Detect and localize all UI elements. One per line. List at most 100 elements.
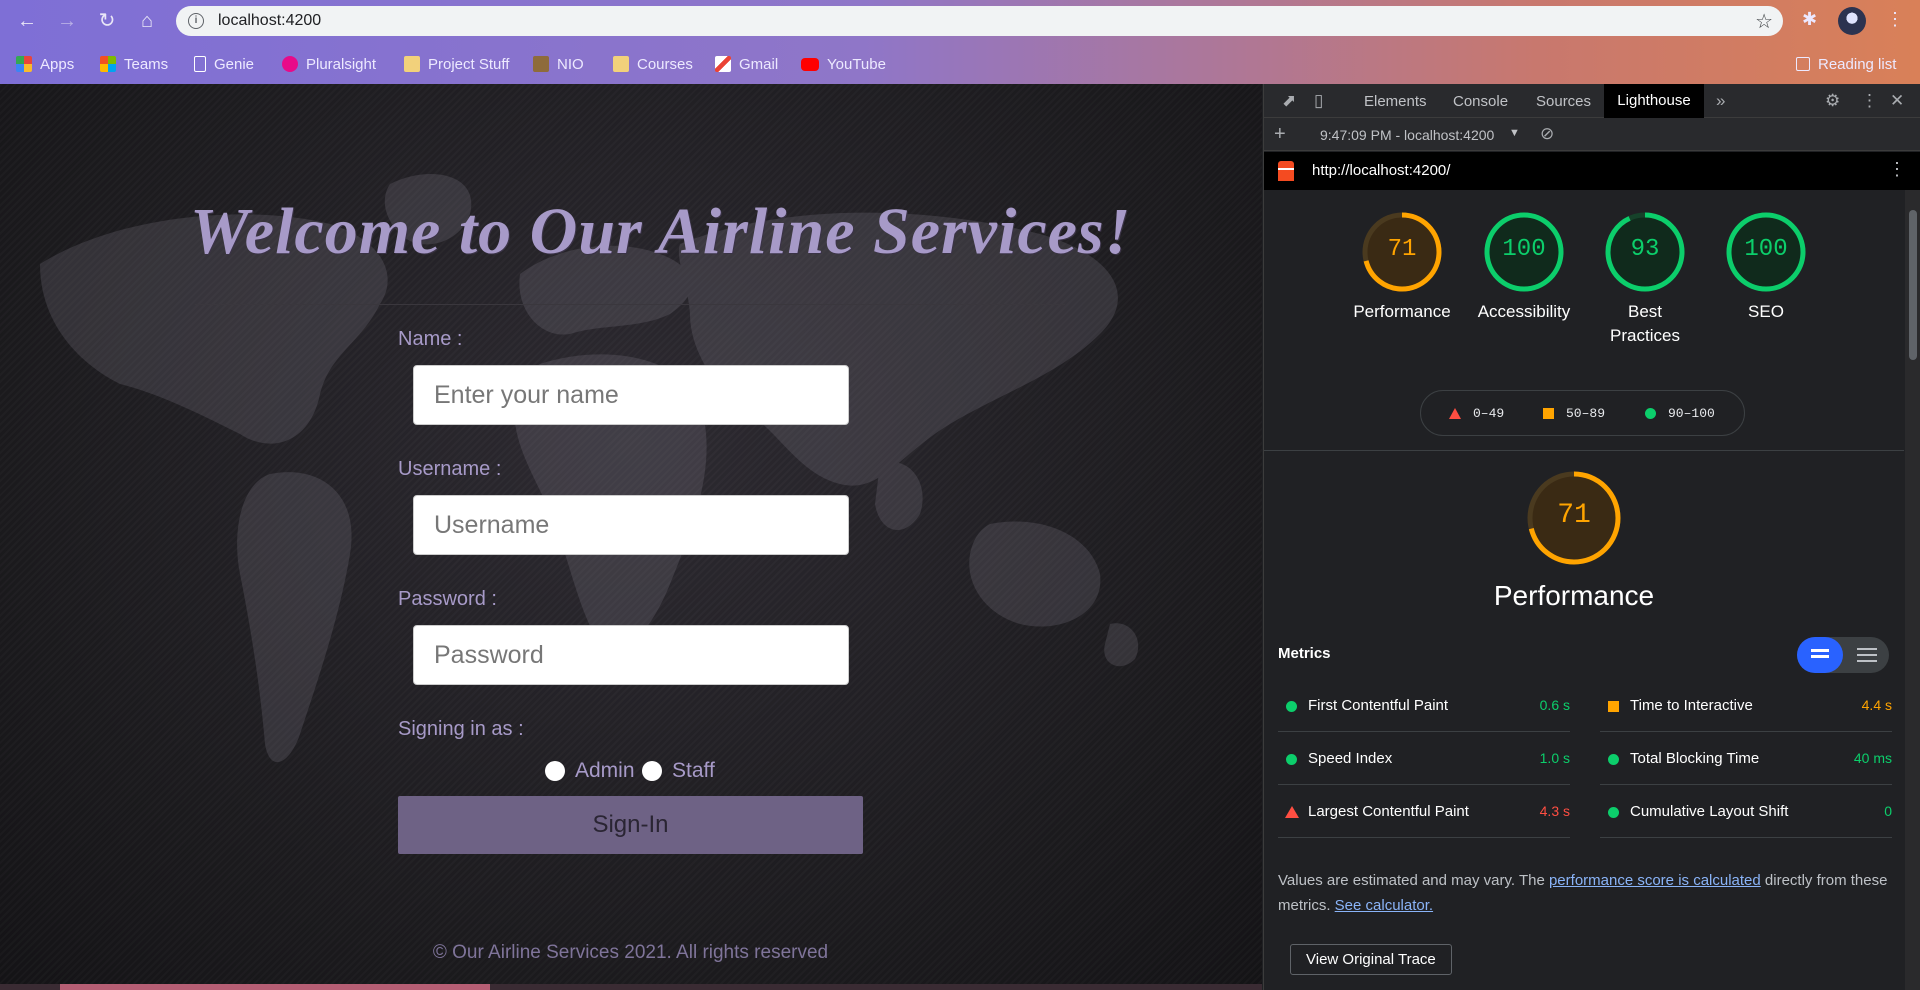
bookmark-apps[interactable]: Apps — [16, 54, 74, 74]
gauge-label: SEO — [1748, 302, 1784, 321]
bookmark-project-stuff[interactable]: Project Stuff — [404, 54, 509, 74]
tab-sources[interactable]: Sources — [1536, 93, 1591, 110]
metric-name: Cumulative Layout Shift — [1630, 803, 1789, 820]
metric-name: Total Blocking Time — [1630, 750, 1760, 767]
report-selector[interactable]: 9:47:09 PM - localhost:4200 — [1320, 127, 1494, 143]
vertical-scrollbar[interactable] — [1905, 190, 1920, 990]
bookmark-label: Apps — [40, 55, 75, 73]
apps-grid-icon — [16, 56, 32, 72]
bookmark-teams[interactable]: Teams — [100, 54, 168, 74]
extensions-icon[interactable]: ✱ — [1802, 9, 1817, 30]
pass-circle-icon — [1608, 754, 1619, 765]
avatar[interactable] — [1838, 7, 1866, 35]
devtools-menu-icon[interactable]: ⋮ — [1861, 91, 1878, 111]
report-menu-icon[interactable]: ⋮ — [1888, 159, 1906, 180]
folder-icon — [613, 56, 629, 72]
bookmark-label: Teams — [124, 55, 169, 73]
tab-elements[interactable]: Elements — [1364, 93, 1427, 110]
address-bar-url[interactable]: localhost:4200 — [218, 12, 321, 30]
forward-icon[interactable]: → — [54, 8, 80, 34]
metric-name: Speed Index — [1308, 750, 1393, 767]
back-icon[interactable]: ← — [14, 8, 40, 34]
tab-console[interactable]: Console — [1453, 93, 1508, 110]
admin-radio[interactable] — [545, 761, 565, 781]
compact-view-button[interactable] — [1797, 637, 1843, 673]
reload-icon[interactable]: ↻ — [94, 8, 120, 34]
admin-radio-label[interactable]: Admin — [575, 759, 635, 783]
folder-icon — [404, 56, 420, 72]
more-tabs-icon[interactable]: » — [1716, 91, 1725, 111]
metric-speed-index: Speed Index 1.0 s — [1278, 733, 1570, 785]
performance-score: 71 — [1557, 500, 1591, 531]
expanded-list-icon[interactable] — [1857, 648, 1877, 650]
bookmark-genie[interactable]: Genie — [194, 54, 254, 74]
username-input[interactable] — [413, 495, 849, 555]
password-input[interactable] — [413, 625, 849, 685]
metric-value: 40 ms — [1853, 750, 1892, 766]
close-icon[interactable]: ✕ — [1890, 91, 1904, 111]
pass-circle-icon — [1286, 701, 1297, 712]
bookmark-pluralsight[interactable]: Pluralsight — [282, 54, 376, 74]
metrics-view-toggle[interactable] — [1797, 637, 1889, 673]
bookmark-courses[interactable]: Courses — [613, 54, 693, 74]
bookmark-star-icon[interactable]: ☆ — [1755, 9, 1773, 34]
fail-triangle-icon — [1285, 806, 1299, 818]
view-original-trace-button[interactable]: View Original Trace — [1290, 944, 1452, 975]
gauge-performance[interactable]: 71 Performance — [1347, 212, 1457, 324]
sign-in-button[interactable]: Sign-In — [398, 796, 863, 854]
reading-list-icon — [1796, 57, 1810, 71]
section-divider — [1264, 450, 1904, 451]
score-calculated-link[interactable]: performance score is calculated — [1549, 872, 1761, 889]
scrollbar-thumb[interactable] — [60, 984, 490, 990]
gauge-label: Best Practices — [1610, 302, 1680, 345]
device-toolbar-icon[interactable]: ▯ — [1314, 91, 1323, 111]
metric-value: 4.4 s — [1861, 697, 1892, 713]
see-calculator-link[interactable]: See calculator. — [1335, 897, 1433, 914]
name-label: Name : — [398, 328, 463, 350]
gauge-accessibility[interactable]: 100 Accessibility — [1469, 212, 1579, 324]
home-icon[interactable]: ⌂ — [134, 8, 160, 34]
staff-radio[interactable] — [642, 761, 662, 781]
app-page: Welcome to Our Airline Services! Name : … — [0, 84, 1262, 990]
site-info-icon[interactable]: i — [188, 13, 204, 29]
score-legend: 0–49 50–89 90–100 — [1420, 390, 1745, 436]
bookmark-label: Gmail — [739, 55, 779, 73]
report-url-bar: http://localhost:4200/ ⋮ — [1264, 152, 1920, 190]
bookmark-gmail[interactable]: Gmail — [715, 54, 778, 74]
microsoft-logo-icon — [100, 56, 116, 72]
average-square-icon — [1608, 701, 1619, 712]
report-url[interactable]: http://localhost:4200/ — [1312, 162, 1450, 179]
new-report-icon[interactable]: + — [1274, 123, 1286, 146]
youtube-icon — [801, 57, 819, 71]
address-bar[interactable]: i localhost:4200 ☆ — [176, 6, 1783, 36]
devtools-panel: ⬈ ▯ Elements Console Sources Lighthouse … — [1263, 84, 1920, 990]
browser-menu-icon[interactable]: ⋮ — [1886, 9, 1904, 30]
gauge-seo[interactable]: 100 SEO — [1711, 212, 1821, 324]
tab-lighthouse[interactable]: Lighthouse — [1604, 84, 1704, 118]
password-label: Password : — [398, 588, 497, 610]
bookmark-label: Pluralsight — [306, 55, 377, 73]
settings-gear-icon[interactable]: ⚙ — [1825, 91, 1840, 111]
chevron-down-icon[interactable]: ▼ — [1509, 127, 1520, 139]
inspect-element-icon[interactable]: ⬈ — [1282, 91, 1296, 111]
metric-first-contentful-paint: First Contentful Paint 0.6 s — [1278, 680, 1570, 732]
reading-list-label: Reading list — [1818, 55, 1897, 73]
reading-list[interactable]: Reading list — [1796, 54, 1896, 74]
clear-icon[interactable]: ⊘ — [1540, 124, 1554, 144]
scrollbar-thumb[interactable] — [1909, 210, 1917, 360]
staff-radio-label[interactable]: Staff — [672, 759, 715, 783]
horizontal-scrollbar[interactable] — [0, 984, 1262, 990]
gauge-score: 100 — [1502, 236, 1546, 263]
lighthouse-report: 71 Performance 100 Accessibility 93 Best… — [1264, 190, 1904, 990]
bookmark-label: YouTube — [827, 55, 886, 73]
bookmark-label: Project Stuff — [428, 55, 510, 73]
name-input[interactable] — [413, 365, 849, 425]
metric-total-blocking-time: Total Blocking Time 40 ms — [1600, 733, 1892, 785]
bookmark-nio[interactable]: NIO — [533, 54, 584, 74]
metric-largest-contentful-paint: Largest Contentful Paint 4.3 s — [1278, 786, 1570, 838]
legend-label: 50–89 — [1566, 406, 1606, 421]
gauge-best-practices[interactable]: 93 Best Practices — [1590, 212, 1700, 348]
metric-cumulative-layout-shift: Cumulative Layout Shift 0 — [1600, 786, 1892, 838]
bookmark-youtube[interactable]: YouTube — [801, 54, 886, 74]
metric-name: Largest Contentful Paint — [1308, 803, 1469, 820]
